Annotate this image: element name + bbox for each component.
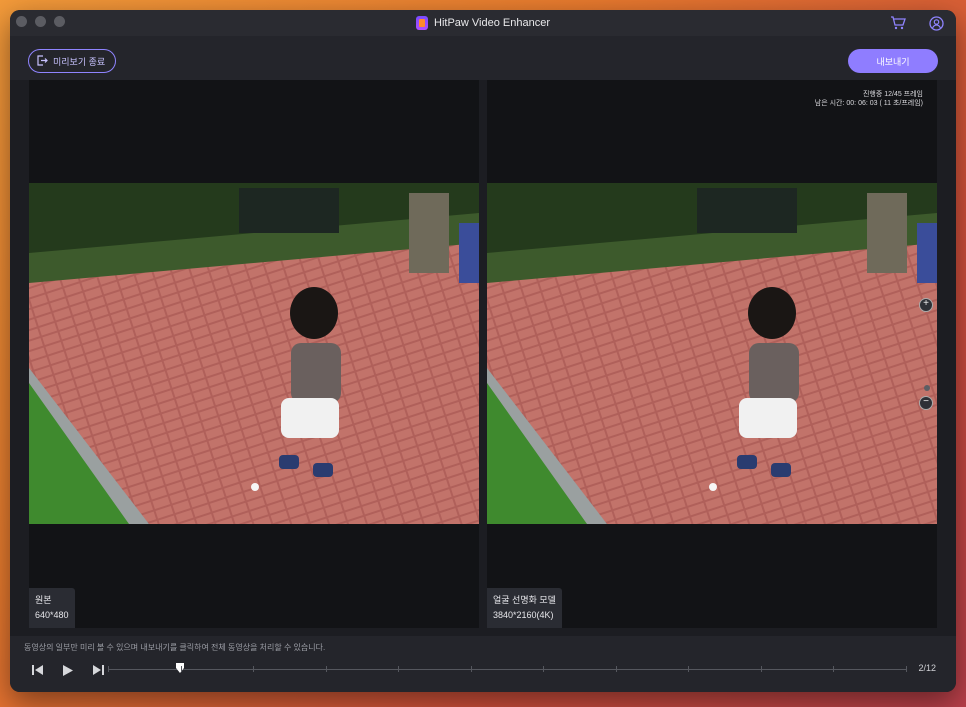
zoom-slider-handle[interactable] [924,385,930,391]
remaining-time: 남은 시간: 00: 06: 03 ( 11 초/프레임) [814,100,923,107]
close-window-button[interactable] [16,16,27,27]
play-icon[interactable] [60,662,76,678]
timeline-tick [471,666,472,672]
app-logo-icon [416,16,428,30]
enhanced-video-frame [487,183,937,524]
timeline-tick [906,666,907,672]
original-video-frame [29,183,479,524]
export-button[interactable]: 내보내기 [848,49,938,73]
timeline-tick [616,666,617,672]
cart-icon[interactable] [890,15,906,31]
app-window: HitPaw Video Enhancer 미리보기 종료 내보내기 원본 64… [10,10,956,692]
toolbar: 미리보기 종료 내보내기 [10,36,956,80]
model-label: 얼굴 선명화 모델 [493,595,556,605]
progress-info: 진행중 12/45 프레임 남은 시간: 00: 06: 03 ( 11 초/프… [815,90,923,108]
preview-hint: 동영상의 일부만 미리 볼 수 있으며 내보내기를 클릭하여 전체 동영상을 처… [24,643,326,652]
timeline-handle[interactable] [176,660,184,673]
window-controls [16,16,65,27]
app-title: HitPaw Video Enhancer [416,16,550,30]
timeline-tick [688,666,689,672]
zoom-out-button[interactable]: − [919,396,933,410]
minimize-window-button[interactable] [35,16,46,27]
progress-frames: 진행중 12/45 프레임 [862,91,923,98]
timeline-tick [761,666,762,672]
original-info-label: 원본 640*480 [29,588,75,628]
enhanced-resolution: 3840*2160(4K) [493,610,554,620]
exit-icon [37,54,48,68]
timeline-tick [108,666,109,672]
timeline-tick [253,666,254,672]
timeline-tick [543,666,544,672]
user-icon[interactable] [928,15,944,31]
timeline-tick [326,666,327,672]
timeline-tick [398,666,399,672]
original-resolution: 640*480 [35,610,69,620]
exit-preview-label: 미리보기 종료 [53,56,106,67]
title-bar: HitPaw Video Enhancer [10,10,956,36]
previous-frame-icon[interactable] [30,662,46,678]
enhanced-preview-panel: 진행중 12/45 프레임 남은 시간: 00: 06: 03 ( 11 초/프… [487,80,937,628]
exit-preview-button[interactable]: 미리보기 종료 [28,49,117,73]
app-title-text: HitPaw Video Enhancer [434,17,550,29]
next-frame-icon[interactable] [90,662,106,678]
timeline-track[interactable] [108,663,907,673]
playback-controls [30,662,106,678]
original-label: 원본 [35,595,52,605]
playback-bar: 동영상의 일부만 미리 볼 수 있으며 내보내기를 클릭하여 전체 동영상을 처… [10,636,956,692]
timeline-tick [181,666,182,672]
enhanced-info-label: 얼굴 선명화 모델 3840*2160(4K) [487,588,562,628]
frame-counter: 2/12 [918,663,936,673]
zoom-window-button[interactable] [54,16,65,27]
timeline-tick [833,666,834,672]
zoom-in-button[interactable]: + [919,298,933,312]
original-preview-panel: 원본 640*480 [29,80,479,628]
